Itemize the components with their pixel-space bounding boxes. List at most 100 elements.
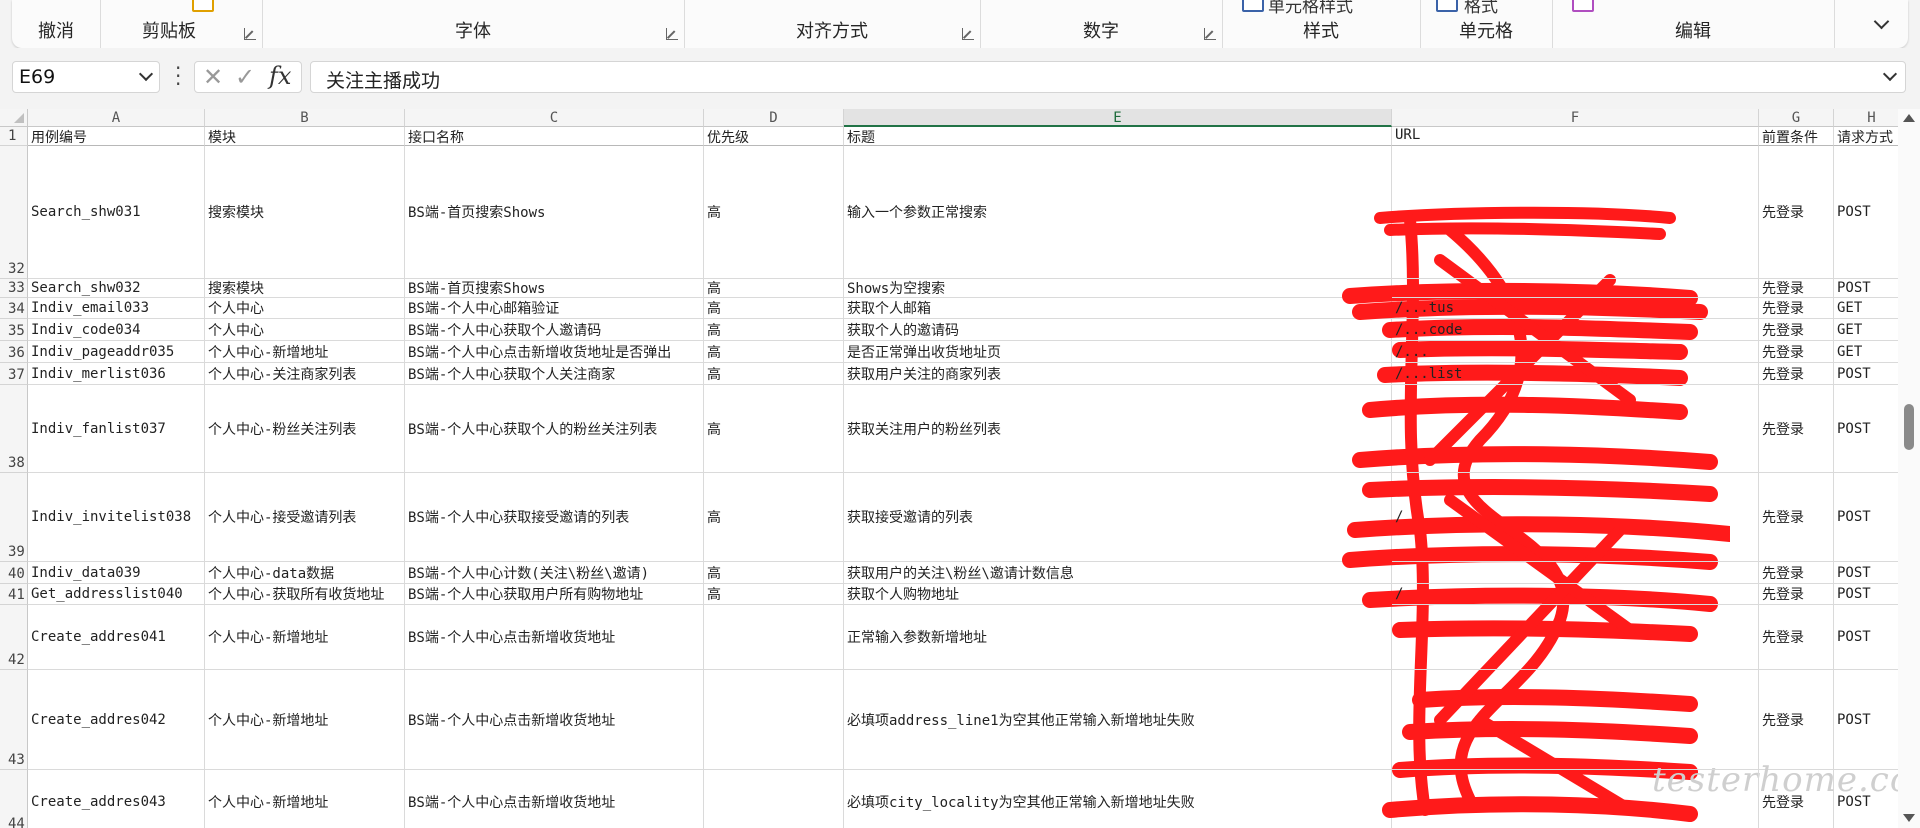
table-cell[interactable]: Create_addres041 bbox=[28, 605, 205, 670]
table-cell[interactable]: /... bbox=[1392, 341, 1759, 363]
table-cell[interactable]: 先登录 bbox=[1759, 562, 1834, 584]
table-cell[interactable]: Create_addres043 bbox=[28, 770, 205, 828]
table-cell[interactable]: Indiv_code034 bbox=[28, 319, 205, 341]
collapse-ribbon-icon[interactable] bbox=[1874, 16, 1888, 30]
spreadsheet-grid[interactable]: A B C D E F G H 1 用例编号 模块 接口名称 优先级 标题 URL 前置条件 请求方式 32 Sea… bbox=[0, 109, 1920, 828]
table-cell[interactable]: 搜索模块 bbox=[205, 146, 405, 279]
table-cell[interactable]: 先登录 bbox=[1759, 341, 1834, 363]
row-header[interactable]: 36 bbox=[0, 341, 28, 363]
header-cell[interactable]: 前置条件 bbox=[1759, 127, 1834, 146]
table-cell[interactable]: 个人中心-data数据 bbox=[205, 562, 405, 584]
table-cell[interactable]: 获取接受邀请的列表 bbox=[844, 473, 1392, 562]
table-cell[interactable] bbox=[704, 605, 844, 670]
header-cell[interactable]: 优先级 bbox=[704, 127, 844, 146]
row-header[interactable]: 39 bbox=[0, 473, 28, 562]
scroll-down-arrow-icon[interactable] bbox=[1903, 814, 1915, 822]
row-header[interactable]: 44 bbox=[0, 770, 28, 828]
table-cell[interactable]: 先登录 bbox=[1759, 298, 1834, 319]
row-header[interactable]: 43 bbox=[0, 670, 28, 770]
insert-function-icon[interactable]: fx bbox=[269, 62, 291, 90]
check-icon[interactable]: ✓ bbox=[235, 63, 255, 91]
formula-input[interactable]: 关注主播成功 bbox=[310, 61, 1906, 93]
table-cell[interactable]: BS端-个人中心获取用户所有购物地址 bbox=[405, 584, 704, 605]
table-cell[interactable]: 个人中心-新增地址 bbox=[205, 670, 405, 770]
table-cell[interactable]: / bbox=[1392, 473, 1759, 562]
format-button[interactable]: 格式 bbox=[1464, 0, 1498, 17]
table-cell[interactable]: 个人中心-粉丝关注列表 bbox=[205, 385, 405, 473]
table-cell[interactable] bbox=[1392, 146, 1759, 279]
expand-formula-bar-icon[interactable] bbox=[1882, 66, 1898, 82]
table-cell[interactable]: BS端-个人中心获取个人的粉丝关注列表 bbox=[405, 385, 704, 473]
ribbon-group-alignment[interactable]: 对齐方式 bbox=[684, 0, 981, 48]
table-cell[interactable]: 高 bbox=[704, 584, 844, 605]
table-cell[interactable]: BS端-个人中心获取个人关注商家 bbox=[405, 363, 704, 385]
header-cell[interactable]: 用例编号 bbox=[28, 127, 205, 146]
table-cell[interactable]: /...code bbox=[1392, 319, 1759, 341]
table-cell[interactable]: 先登录 bbox=[1759, 473, 1834, 562]
table-cell[interactable]: 先登录 bbox=[1759, 279, 1834, 298]
table-cell[interactable]: 高 bbox=[704, 319, 844, 341]
table-cell[interactable]: 获取用户关注的商家列表 bbox=[844, 363, 1392, 385]
ribbon-group-editing[interactable]: 编辑 bbox=[1552, 0, 1835, 48]
vertical-scrollbar[interactable] bbox=[1898, 109, 1920, 828]
table-cell[interactable]: 个人中心-关注商家列表 bbox=[205, 363, 405, 385]
table-cell[interactable]: Get_addresslist040 bbox=[28, 584, 205, 605]
table-cell[interactable]: BS端-个人中心点击新增收货地址是否弹出 bbox=[405, 341, 704, 363]
ribbon-group-undo[interactable]: 撤消 bbox=[12, 0, 101, 48]
table-cell[interactable]: 高 bbox=[704, 341, 844, 363]
table-cell[interactable] bbox=[1392, 670, 1759, 770]
dialog-launcher-icon[interactable] bbox=[1204, 28, 1216, 40]
row-header[interactable]: 32 bbox=[0, 146, 28, 279]
table-cell[interactable]: 高 bbox=[704, 279, 844, 298]
table-cell[interactable]: 输入一个参数正常搜索 bbox=[844, 146, 1392, 279]
table-cell[interactable] bbox=[1392, 605, 1759, 670]
table-cell[interactable]: 先登录 bbox=[1759, 605, 1834, 670]
table-cell[interactable]: 个人中心 bbox=[205, 298, 405, 319]
column-header-g[interactable]: G bbox=[1759, 109, 1834, 127]
table-cell[interactable]: 获取用户的关注\粉丝\邀请计数信息 bbox=[844, 562, 1392, 584]
column-header-c[interactable]: C bbox=[405, 109, 704, 127]
column-header-b[interactable]: B bbox=[205, 109, 405, 127]
row-header[interactable]: 1 bbox=[0, 127, 28, 146]
row-header[interactable]: 33 bbox=[0, 279, 28, 298]
row-header[interactable]: 35 bbox=[0, 319, 28, 341]
table-cell[interactable]: /...tus bbox=[1392, 298, 1759, 319]
table-cell[interactable]: 获取关注用户的粉丝列表 bbox=[844, 385, 1392, 473]
ribbon-group-styles[interactable]: 单元格样式 样式 bbox=[1222, 0, 1421, 48]
ribbon-group-number[interactable]: 数字 bbox=[980, 0, 1223, 48]
table-cell[interactable]: BS端-个人中心邮箱验证 bbox=[405, 298, 704, 319]
table-cell[interactable] bbox=[1392, 279, 1759, 298]
header-cell[interactable]: 标题 bbox=[844, 127, 1392, 146]
table-cell[interactable]: 先登录 bbox=[1759, 319, 1834, 341]
table-cell[interactable]: 高 bbox=[704, 473, 844, 562]
name-box[interactable]: E69 bbox=[12, 61, 160, 93]
table-cell[interactable]: 高 bbox=[704, 562, 844, 584]
table-cell[interactable]: 先登录 bbox=[1759, 363, 1834, 385]
column-header-e[interactable]: E bbox=[844, 109, 1392, 127]
table-cell[interactable]: BS端-个人中心点击新增收货地址 bbox=[405, 670, 704, 770]
table-cell[interactable]: 个人中心-新增地址 bbox=[205, 770, 405, 828]
ribbon-group-clipboard[interactable]: 剪贴板 bbox=[100, 0, 263, 48]
row-header[interactable]: 38 bbox=[0, 385, 28, 473]
table-cell[interactable]: 先登录 bbox=[1759, 584, 1834, 605]
table-cell[interactable]: 获取个人的邀请码 bbox=[844, 319, 1392, 341]
table-cell[interactable]: / bbox=[1392, 584, 1759, 605]
row-header[interactable]: 37 bbox=[0, 363, 28, 385]
row-header[interactable]: 40 bbox=[0, 562, 28, 584]
table-cell[interactable]: Create_addres042 bbox=[28, 670, 205, 770]
table-cell[interactable]: Indiv_email033 bbox=[28, 298, 205, 319]
table-cell[interactable]: BS端-个人中心获取个人邀请码 bbox=[405, 319, 704, 341]
table-cell[interactable]: 高 bbox=[704, 298, 844, 319]
table-cell[interactable]: 是否正常弹出收货地址页 bbox=[844, 341, 1392, 363]
table-cell[interactable]: 先登录 bbox=[1759, 670, 1834, 770]
dialog-launcher-icon[interactable] bbox=[244, 28, 256, 40]
table-cell[interactable] bbox=[704, 670, 844, 770]
table-cell[interactable]: 高 bbox=[704, 363, 844, 385]
table-cell[interactable] bbox=[1392, 562, 1759, 584]
table-cell[interactable]: 搜索模块 bbox=[205, 279, 405, 298]
table-cell[interactable]: 先登录 bbox=[1759, 146, 1834, 279]
table-cell[interactable]: 个人中心-获取所有收货地址 bbox=[205, 584, 405, 605]
select-all-corner[interactable] bbox=[0, 109, 28, 127]
ribbon-group-font[interactable]: 字体 bbox=[262, 0, 685, 48]
cell-styles-button[interactable]: 单元格样式 bbox=[1268, 0, 1353, 17]
